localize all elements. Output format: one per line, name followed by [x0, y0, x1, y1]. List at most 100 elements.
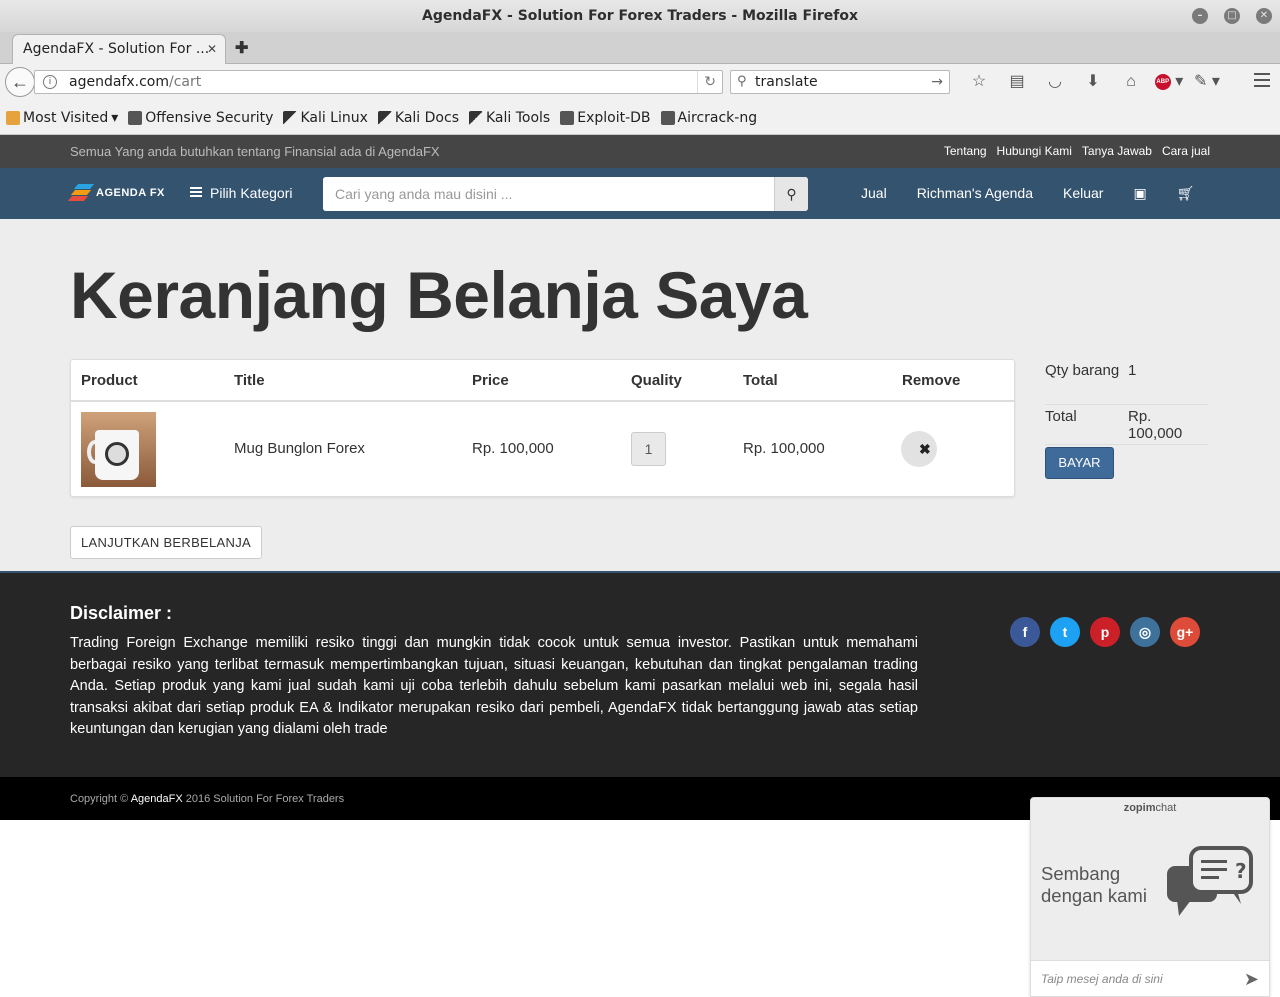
category-label: Pilih Kategori: [210, 185, 293, 201]
tab-close-icon[interactable]: ✕: [207, 35, 217, 64]
google-plus-icon[interactable]: g+: [1170, 617, 1200, 647]
top-links: Tentang Hubungi Kami Tanya Jawab Cara ju…: [944, 144, 1210, 158]
product-image[interactable]: [81, 412, 156, 487]
bookmark-exploit-db[interactable]: Exploit-DB: [560, 109, 651, 126]
cart-content: Keranjang Belanja Saya Product Title Pri…: [0, 219, 1280, 571]
site-tagline: Semua Yang anda butuhkan tentang Finansi…: [70, 144, 440, 159]
pinterest-icon[interactable]: p: [1090, 617, 1120, 647]
hamburger-menu-icon[interactable]: [1254, 73, 1270, 91]
cart-icon[interactable]: 🛒︎: [1177, 185, 1195, 202]
col-remove: Remove: [902, 372, 961, 389]
tab-agendafx[interactable]: AgendaFX - Solution For ... ✕: [12, 34, 226, 65]
kali-dragon-icon: [469, 110, 483, 125]
window-title: AgendaFX - Solution For Forex Traders - …: [421, 8, 859, 24]
bookmark-star-icon[interactable]: ☆: [960, 70, 998, 94]
remove-item-button[interactable]: ✖: [901, 431, 937, 467]
col-title: Title: [234, 372, 265, 389]
new-tab-icon[interactable]: ✚: [235, 38, 248, 58]
bookmark-label: Exploit-DB: [577, 109, 651, 126]
category-button[interactable]: Pilih Kategori: [190, 185, 293, 201]
copyright-brand-link[interactable]: AgendaFX: [131, 793, 183, 805]
bookmarks-toolbar: Most Visited ▾ Offensive Security Kali L…: [0, 101, 1280, 135]
back-arrow-icon[interactable]: ←: [5, 67, 35, 97]
site-footer: Disclaimer : Trading Foreign Exchange me…: [0, 571, 1280, 777]
summary-qty-value: 1: [1128, 362, 1137, 379]
chat-greeting: Sembang dengan kami: [1041, 863, 1147, 907]
home-icon[interactable]: ⌂: [1112, 70, 1150, 94]
logo-mark-icon: [67, 184, 95, 202]
nav-link-jual[interactable]: Jual: [861, 185, 887, 202]
item-title[interactable]: Mug Bunglon Forex: [234, 440, 365, 457]
nav-links: Jual Richman's Agenda Keluar ▣ 🛒︎: [861, 185, 1194, 202]
folder-icon: [6, 110, 20, 125]
chat-greeting-line2: dengan kami: [1041, 885, 1147, 906]
kali-dragon-icon: [377, 110, 392, 125]
summary-total-row: Total Rp. 100,000: [1045, 405, 1208, 445]
window-controls: – □ ✕: [1192, 8, 1272, 24]
link-tanya-jawab[interactable]: Tanya Jawab: [1082, 144, 1152, 158]
bookmark-offensive-security[interactable]: Offensive Security: [128, 110, 273, 126]
facebook-icon[interactable]: f: [1010, 617, 1040, 647]
aircrack-icon: [660, 110, 675, 125]
bookmark-most-visited[interactable]: Most Visited ▾: [6, 110, 118, 126]
search-icon: ⚲: [737, 74, 747, 89]
bookmark-kali-linux[interactable]: Kali Linux: [283, 109, 368, 126]
info-icon[interactable]: i: [43, 75, 57, 89]
nav-link-keluar[interactable]: Keluar: [1063, 185, 1103, 202]
link-hubungi-kami[interactable]: Hubungi Kami: [997, 144, 1072, 158]
bookmark-aircrack[interactable]: Aircrack-ng: [660, 110, 757, 126]
chat-bubble-icon: ?: [1167, 846, 1253, 916]
bookmark-label: Kali Tools: [486, 109, 551, 126]
svg-text:?: ?: [1235, 859, 1247, 883]
pocket-icon[interactable]: ◡: [1036, 70, 1074, 94]
bookmark-kali-docs[interactable]: Kali Docs: [377, 110, 459, 126]
bookmark-label: Kali Linux: [300, 109, 368, 126]
chat-brand: zopimchat: [1031, 802, 1269, 814]
instagram-icon[interactable]: ◎: [1130, 617, 1160, 647]
window-titlebar: AgendaFX - Solution For Forex Traders - …: [0, 0, 1280, 32]
url-path: /cart: [168, 74, 202, 90]
bookmark-kali-tools[interactable]: Kali Tools: [469, 110, 550, 126]
summary-total-label: Total: [1045, 408, 1077, 425]
nav-link-richmans-agenda[interactable]: Richman's Agenda: [917, 185, 1033, 202]
col-product: Product: [81, 372, 138, 389]
copyright-suffix: 2016 Solution For Forex Traders: [182, 793, 345, 805]
continue-shopping-button[interactable]: LANJUTKAN BERBELANJA: [70, 526, 262, 559]
item-price: Rp. 100,000: [472, 440, 554, 457]
adblock-icon[interactable]: ABP ▾: [1150, 70, 1188, 94]
bookmark-label: Most Visited: [23, 109, 109, 126]
summary-qty-label: Qty barang: [1045, 362, 1120, 379]
go-arrow-icon[interactable]: →: [931, 71, 943, 93]
url-bar[interactable]: i agendafx.com/cart ↻: [34, 70, 723, 94]
reload-icon[interactable]: ↻: [697, 71, 716, 93]
download-icon[interactable]: ⬇: [1074, 70, 1112, 94]
col-total: Total: [743, 372, 778, 389]
close-icon[interactable]: ✕: [1256, 8, 1272, 24]
close-icon: ✖: [919, 441, 931, 457]
browser-search-bar[interactable]: ⚲ translate →: [730, 70, 950, 94]
money-icon[interactable]: ▣: [1133, 185, 1146, 202]
chat-greeting-line1: Sembang: [1041, 863, 1121, 884]
cart-table: Product Title Price Quality Total Remove…: [70, 359, 1015, 497]
kali-dragon-icon: [283, 110, 298, 125]
exploit-db-icon: [560, 110, 575, 125]
chat-widget[interactable]: zopimchat Sembang dengan kami ? Taip mes…: [1030, 797, 1270, 997]
maximize-icon[interactable]: □: [1224, 8, 1240, 24]
reading-list-icon[interactable]: ▤: [998, 70, 1036, 94]
site-logo[interactable]: AGENDA FX: [67, 184, 165, 202]
twitter-icon[interactable]: t: [1050, 617, 1080, 647]
pay-button[interactable]: BAYAR: [1045, 447, 1114, 479]
send-icon[interactable]: ➤: [1244, 969, 1259, 990]
cart-table-header: Product Title Price Quality Total Remove: [71, 360, 1014, 402]
link-cara-jual[interactable]: Cara jual: [1162, 144, 1210, 158]
search-button[interactable]: ⚲: [774, 177, 808, 211]
link-tentang[interactable]: Tentang: [944, 144, 987, 158]
extension-icon[interactable]: ✎ ▾: [1188, 70, 1226, 94]
site-search-input[interactable]: [323, 177, 774, 211]
site-main-nav: AGENDA FX Pilih Kategori ⚲ Jual Richman'…: [0, 168, 1280, 219]
bars-icon: [190, 187, 202, 199]
quantity-input[interactable]: 1: [631, 432, 666, 466]
chat-input-bar[interactable]: Taip mesej anda di sini ➤: [1031, 960, 1269, 996]
minimize-icon[interactable]: –: [1192, 8, 1208, 24]
disclaimer-title: Disclaimer :: [70, 603, 173, 623]
